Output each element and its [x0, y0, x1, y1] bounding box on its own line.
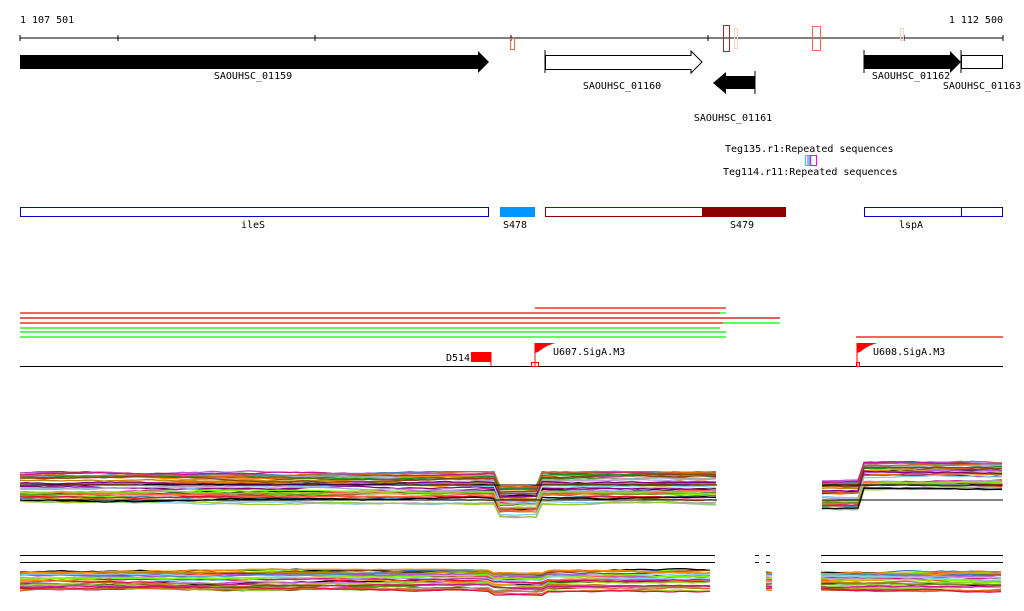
feature-label: lspA — [899, 220, 923, 231]
site-d514[interactable] — [471, 352, 491, 362]
gene-arrow[interactable] — [864, 51, 961, 73]
feature-track: ileS S478 S479 lspA — [20, 207, 1003, 231]
gene-saouhsc-01159[interactable]: SAOUHSC_01159 — [20, 51, 489, 82]
gene-label: SAOUHSC_01161 — [694, 113, 772, 124]
gene-arrow[interactable] — [20, 51, 489, 73]
expression-track-upper — [19, 460, 1003, 519]
gene-saouhsc-01162[interactable]: SAOUHSC_01162 — [863, 50, 961, 82]
coordinate-ruler: 1 107 501 1 112 500 — [19, 15, 1004, 52]
expression-track-lower — [19, 555, 1003, 597]
gene-saouhsc-01161[interactable]: SAOUHSC_01161 — [694, 71, 772, 124]
gene-label: SAOUHSC_01162 — [872, 71, 950, 82]
repeat-label: Teg135.r1:Repeated sequences — [725, 144, 894, 155]
site-track: D514 U607.SigA.M3 U608.SigA.M3 — [20, 343, 1003, 367]
repeat-label: Teg114.r11:Repeated sequences — [723, 167, 898, 178]
feature-label: S479 — [730, 220, 754, 231]
flag-icon — [535, 343, 555, 353]
feature-lspa[interactable] — [864, 207, 1003, 217]
repeat-marker[interactable] — [810, 155, 817, 166]
flag-label: U608.SigA.M3 — [873, 347, 945, 358]
repeat-marker-inner — [807, 155, 809, 166]
ruler-start-label: 1 107 501 — [20, 15, 74, 26]
genome-browser-view: 1 107 501 1 112 500 SAOUHSC_01159 SAOUHS… — [19, 15, 1021, 597]
ruler-marker[interactable] — [900, 28, 904, 41]
gene-track: SAOUHSC_01159 SAOUHSC_01160 SAOUHSC_0116… — [20, 49, 1021, 124]
expression-profile-line — [765, 587, 773, 590]
flag-label: U607.SigA.M3 — [553, 347, 625, 358]
gene-saouhsc-01160[interactable]: SAOUHSC_01160 — [544, 49, 703, 92]
flag-u607[interactable]: U607.SigA.M3 — [531, 343, 626, 367]
gene-box[interactable] — [961, 55, 1003, 69]
gene-label: SAOUHSC_01159 — [214, 71, 292, 82]
feature-s479-outline[interactable] — [545, 207, 703, 217]
expression-profile-line — [765, 589, 773, 592]
gene-label: SAOUHSC_01163 — [943, 81, 1021, 92]
gene-arrow[interactable] — [545, 49, 703, 75]
feature-iles[interactable] — [20, 207, 489, 217]
feature-label: S478 — [503, 220, 527, 231]
gene-label: SAOUHSC_01160 — [583, 81, 661, 92]
repeat-track: Teg135.r1:Repeated sequences Teg114.r11:… — [723, 144, 898, 178]
site-d514-label: D514 — [446, 353, 470, 364]
alignment-track — [20, 307, 1003, 338]
feature-s479[interactable] — [702, 207, 786, 217]
feature-label: ileS — [241, 220, 265, 231]
gene-arrow[interactable] — [713, 72, 755, 94]
flag-u608[interactable]: U608.SigA.M3 — [856, 343, 946, 367]
feature-s478[interactable] — [500, 207, 535, 217]
ruler-end-label: 1 112 500 — [949, 15, 1003, 26]
